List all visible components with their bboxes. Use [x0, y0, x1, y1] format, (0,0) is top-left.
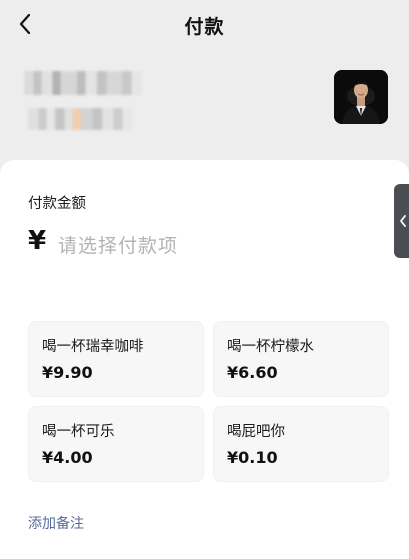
pay-item-name: 喝一杯可乐: [42, 424, 115, 440]
payee-avatar[interactable]: [334, 70, 388, 124]
chevron-left-icon: [400, 215, 406, 227]
pay-item-option[interactable]: 喝一杯可乐 ¥4.00: [28, 406, 204, 482]
pay-item-price: ¥0.10: [227, 448, 278, 467]
pay-item-price: ¥4.00: [42, 448, 93, 467]
pay-item-price: ¥9.90: [42, 363, 93, 382]
pay-item-name: 喝一杯柠檬水: [227, 339, 314, 355]
pay-item-name: 喝一杯瑞幸咖啡: [42, 339, 144, 355]
payee-name-blurred: [24, 71, 142, 95]
top-bar: 付款: [0, 0, 409, 48]
pay-item-option[interactable]: 喝一杯瑞幸咖啡 ¥9.90: [28, 321, 204, 397]
amount-label: 付款金额: [28, 196, 86, 212]
person-in-suit-photo: [334, 70, 388, 124]
currency-symbol: ¥: [28, 226, 47, 256]
page-title: 付款: [184, 16, 225, 38]
pay-item-option[interactable]: 喝一杯柠檬水 ¥6.60: [213, 321, 389, 397]
amount-input[interactable]: 请选择付款项: [58, 231, 178, 258]
pay-item-price: ¥6.60: [227, 363, 278, 382]
add-note-link[interactable]: 添加备注: [28, 513, 84, 533]
payee-id-blurred: [28, 108, 132, 130]
pay-item-name: 喝屁吧你: [227, 424, 285, 440]
pay-item-option[interactable]: 喝屁吧你 ¥0.10: [213, 406, 389, 482]
side-drawer-handle[interactable]: [394, 184, 409, 258]
